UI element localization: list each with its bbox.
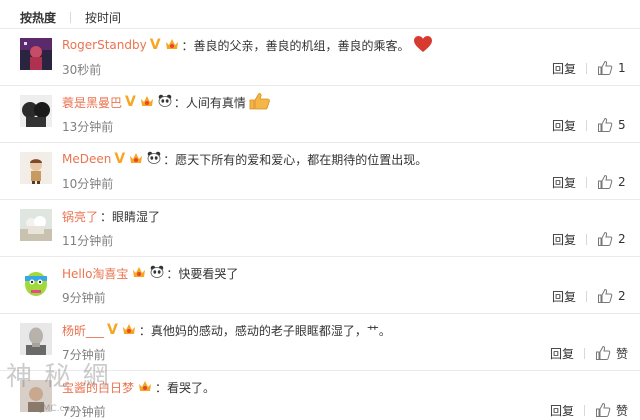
panda-badge-icon[interactable] bbox=[147, 151, 161, 167]
crown-badge-icon[interactable] bbox=[128, 151, 144, 168]
watermark: 神 秘 網 bbox=[6, 362, 111, 392]
like-button[interactable]: 赞 bbox=[595, 345, 628, 362]
panda-badge-icon[interactable] bbox=[158, 94, 172, 110]
comment-item: 锅亮了 ：眼睛湿了 11分钟前 回复 2 bbox=[0, 199, 640, 256]
comment-text: ：善良的父亲，善良的机组，善良的乘客。 bbox=[181, 38, 410, 53]
thumbs-up-icon bbox=[598, 231, 613, 246]
like-button[interactable]: 5 bbox=[597, 117, 628, 133]
like-count: 赞 bbox=[615, 403, 628, 418]
comment-time: 9分钟前 bbox=[62, 291, 106, 305]
thumbs-up-emoji-icon bbox=[249, 92, 271, 113]
comment-text: ：快要看哭了 bbox=[166, 266, 239, 281]
heart-emoji-icon bbox=[413, 35, 433, 56]
tab-by-time[interactable]: 按时间 bbox=[85, 9, 121, 26]
like-count: 赞 bbox=[615, 346, 628, 361]
crown-badge-icon[interactable] bbox=[121, 322, 137, 339]
reply-button[interactable]: 回复 bbox=[552, 117, 576, 134]
avatar[interactable] bbox=[20, 266, 52, 298]
reply-button[interactable]: 回复 bbox=[552, 174, 576, 191]
like-count: 5 bbox=[618, 118, 626, 132]
watermark-sub: JMC.com bbox=[40, 404, 79, 414]
action-divider bbox=[586, 233, 587, 245]
reply-button[interactable]: 回复 bbox=[552, 288, 576, 305]
reply-button[interactable]: 回复 bbox=[552, 60, 576, 77]
like-button[interactable]: 2 bbox=[597, 231, 628, 247]
like-count: 2 bbox=[618, 175, 626, 189]
avatar[interactable] bbox=[20, 38, 52, 70]
username[interactable]: 锅亮了 bbox=[62, 208, 98, 225]
tab-divider bbox=[70, 11, 72, 23]
comment-item: Hello淘喜宝 ：快要看哭了 9分钟前 回复 2 bbox=[0, 256, 640, 313]
action-divider bbox=[583, 404, 585, 416]
like-button[interactable]: 赞 bbox=[595, 402, 628, 419]
avatar[interactable] bbox=[20, 152, 52, 184]
thumbs-up-icon bbox=[598, 288, 613, 303]
thumbs-up-icon bbox=[598, 174, 613, 189]
reply-button[interactable]: 回复 bbox=[550, 345, 574, 362]
username[interactable]: 蓑是黑曼巴 bbox=[62, 94, 122, 111]
username[interactable]: Hello淘喜宝 bbox=[62, 265, 128, 282]
v-badge-icon[interactable]: V bbox=[150, 38, 161, 52]
crown-badge-icon[interactable] bbox=[139, 94, 155, 111]
like-count: 2 bbox=[618, 232, 626, 246]
like-count: 1 bbox=[618, 61, 626, 75]
sort-tabs: 按热度 按时间 bbox=[20, 8, 121, 26]
like-button[interactable]: 2 bbox=[597, 288, 628, 304]
comment-item: MeDeen V ：愿天下所有的爱和爱心，都在期待的位置出现。 10分钟前 回复… bbox=[0, 142, 640, 199]
avatar[interactable] bbox=[20, 209, 52, 241]
action-divider bbox=[583, 347, 585, 359]
username[interactable]: RogerStandby bbox=[62, 38, 147, 52]
crown-badge-icon[interactable] bbox=[137, 379, 153, 396]
like-button[interactable]: 2 bbox=[597, 174, 628, 190]
thumbs-up-icon bbox=[598, 117, 613, 132]
crown-badge-icon[interactable] bbox=[131, 265, 147, 282]
action-divider bbox=[586, 119, 587, 131]
action-divider bbox=[586, 290, 587, 302]
action-divider bbox=[586, 176, 587, 188]
thumbs-up-icon bbox=[598, 60, 613, 75]
comment-time: 10分钟前 bbox=[62, 177, 114, 191]
username[interactable]: 杨昕___ bbox=[62, 322, 104, 339]
v-badge-icon[interactable]: V bbox=[125, 95, 136, 109]
tab-by-hot[interactable]: 按热度 bbox=[20, 9, 56, 26]
v-badge-icon[interactable]: V bbox=[114, 152, 125, 166]
comment-item: 蓑是黑曼巴 V ：人间有真情 13分钟前 回复 5 bbox=[0, 85, 640, 142]
avatar[interactable] bbox=[20, 323, 52, 355]
comment-text: ：眼睛湿了 bbox=[100, 209, 161, 224]
comment-text: ：看哭了。 bbox=[155, 380, 216, 395]
reply-button[interactable]: 回复 bbox=[552, 231, 576, 248]
crown-badge-icon[interactable] bbox=[164, 37, 180, 54]
panda-badge-icon[interactable] bbox=[150, 265, 164, 281]
like-button[interactable]: 1 bbox=[597, 60, 628, 76]
comment-text: ：真他妈的感动，感动的老子眼眶都湿了，艹。 bbox=[138, 323, 391, 338]
action-divider bbox=[586, 62, 587, 74]
avatar[interactable] bbox=[20, 95, 52, 127]
comment-time: 30秒前 bbox=[62, 63, 102, 77]
like-count: 2 bbox=[618, 289, 626, 303]
reply-button[interactable]: 回复 bbox=[550, 402, 574, 419]
thumbs-up-icon bbox=[595, 402, 611, 417]
comment-time: 11分钟前 bbox=[62, 234, 114, 248]
thumbs-up-icon bbox=[595, 345, 611, 360]
comment-text: ：人间有真情 bbox=[173, 95, 246, 110]
comment-item: RogerStandby V ：善良的父亲，善良的机组，善良的乘客。 30秒前 … bbox=[0, 28, 640, 85]
username[interactable]: MeDeen bbox=[62, 152, 111, 166]
comment-time: 13分钟前 bbox=[62, 120, 114, 134]
comment-text: ：愿天下所有的爱和爱心，都在期待的位置出现。 bbox=[163, 152, 428, 167]
v-badge-icon[interactable]: V bbox=[107, 323, 118, 337]
